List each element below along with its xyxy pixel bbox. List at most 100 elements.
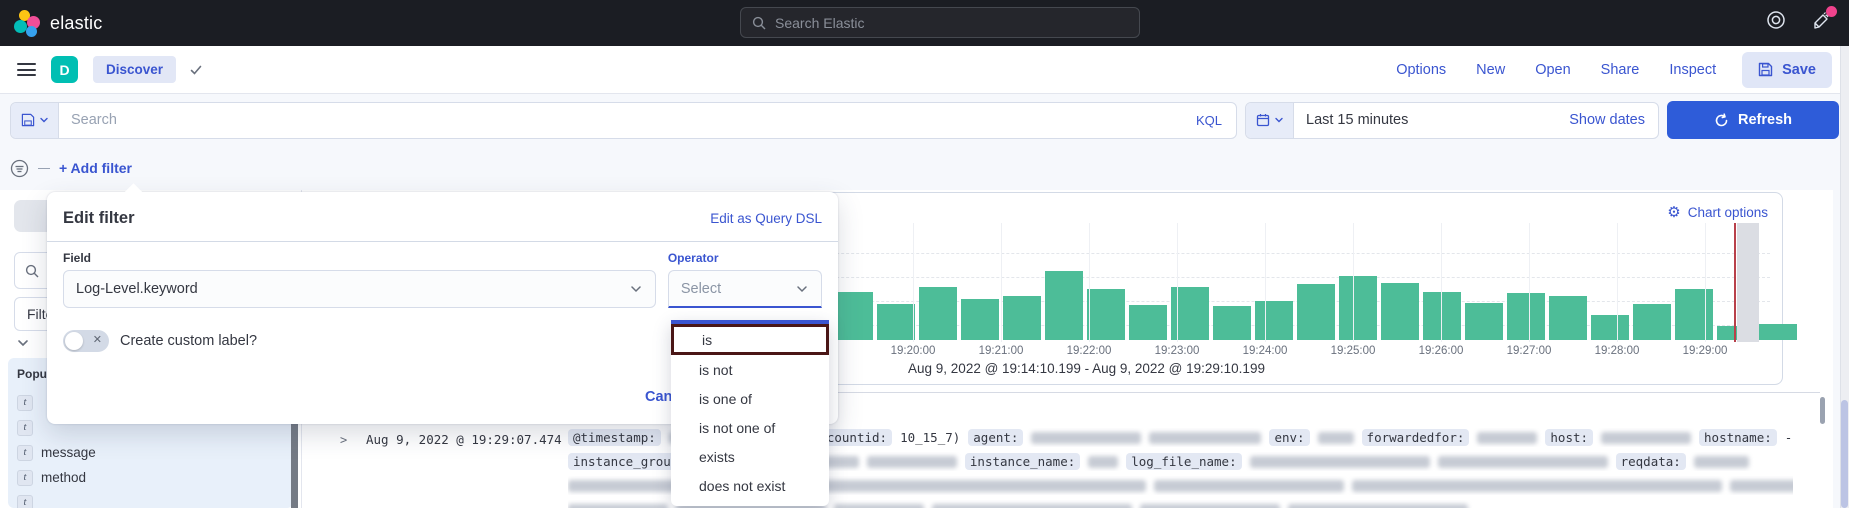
doc-field-name: agent: [968, 429, 1023, 446]
calendar-icon [1256, 113, 1270, 127]
operator-option-is[interactable]: is [671, 324, 829, 355]
operator-label: Operator [668, 251, 822, 265]
histogram-bar[interactable] [1507, 293, 1545, 340]
sidebar-scrollbar[interactable] [291, 420, 298, 508]
chevron-down-icon [39, 115, 49, 125]
histogram-bar[interactable] [1213, 306, 1251, 340]
sidebar-field[interactable]: t message [17, 440, 284, 465]
expand-row-icon[interactable]: > [340, 433, 347, 447]
news-feed-icon[interactable] [1811, 9, 1833, 31]
edit-as-query-dsl-link[interactable]: Edit as Query DSL [710, 211, 822, 226]
doc-field-name: forwardedfor: [1362, 429, 1470, 446]
field-name: message [41, 445, 96, 460]
x-axis-label: 19:23:00 [1155, 345, 1200, 357]
histogram-bar[interactable] [1549, 296, 1587, 340]
nav-link-new[interactable]: New [1476, 62, 1505, 78]
histogram-bar[interactable] [1423, 292, 1461, 340]
add-filter-button[interactable]: + Add filter [59, 160, 132, 176]
page-scrollbar-thumb[interactable] [1841, 400, 1848, 508]
custom-label-text: Create custom label? [120, 333, 257, 349]
x-axis-label: 19:24:00 [1243, 345, 1288, 357]
histogram-bar[interactable] [1381, 283, 1419, 340]
histogram-bar[interactable] [1759, 324, 1797, 340]
gridline [1177, 223, 1178, 342]
histogram-bar[interactable] [1087, 289, 1125, 340]
chevron-down-icon[interactable] [16, 336, 30, 350]
histogram-bar[interactable] [961, 299, 999, 340]
app-badge[interactable]: D [51, 56, 78, 83]
custom-label-toggle[interactable]: ✕ [63, 330, 109, 352]
redacted-value [867, 456, 957, 468]
redacted-value [1601, 432, 1691, 444]
gridline [1001, 223, 1002, 342]
x-axis-label: 19:28:00 [1595, 345, 1640, 357]
check-icon [189, 63, 203, 77]
notification-dot [1826, 6, 1837, 17]
page-scrollbar-track[interactable] [1840, 46, 1849, 508]
operator-option-is-not-one-of[interactable]: is not one of [671, 413, 829, 442]
redacted-value [1318, 432, 1354, 444]
sidebar-field[interactable]: tmethod [17, 465, 284, 490]
query-language-button[interactable]: KQL [1182, 103, 1236, 138]
histogram-bar[interactable] [1633, 304, 1671, 340]
operator-option-is-not[interactable]: is not [671, 355, 829, 384]
toggle-off-x-icon: ✕ [93, 333, 102, 346]
x-axis-label: 19:25:00 [1331, 345, 1376, 357]
histogram-bar[interactable] [919, 287, 957, 340]
save-query-icon [21, 113, 35, 127]
x-axis-label: 19:27:00 [1507, 345, 1552, 357]
redacted-value [1154, 480, 1344, 492]
breadcrumb-discover[interactable]: Discover [93, 56, 176, 83]
redacted-value [568, 504, 668, 508]
time-range-value[interactable]: Last 15 minutes [1294, 103, 1556, 138]
global-header: elastic Search Elastic [0, 0, 1849, 46]
elastic-logo-icon [14, 10, 40, 36]
operator-option-does-not-exist[interactable]: does not exist [671, 471, 829, 500]
gridline [913, 223, 914, 342]
histogram-bar[interactable] [1045, 271, 1083, 340]
histogram-bar[interactable] [1003, 296, 1041, 340]
histogram-bar[interactable] [877, 304, 915, 340]
elastic-brand[interactable]: elastic [14, 10, 102, 36]
date-picker-group: Last 15 minutes Show dates [1245, 102, 1659, 139]
operator-select[interactable]: Select [668, 270, 822, 308]
save-button[interactable]: Save [1742, 52, 1832, 88]
global-search-placeholder: Search Elastic [775, 15, 864, 31]
field-combobox[interactable]: Log-Level.keyword [63, 270, 656, 308]
nav-link-options[interactable]: Options [1396, 62, 1446, 78]
operator-option-exists[interactable]: exists [671, 442, 829, 471]
doc-field-name: host: [1545, 429, 1593, 446]
histogram-bar[interactable] [1465, 303, 1503, 340]
show-dates-link[interactable]: Show dates [1556, 103, 1658, 138]
redacted-value [816, 480, 1146, 492]
operator-placeholder: Select [681, 281, 721, 297]
nav-link-inspect[interactable]: Inspect [1669, 62, 1716, 78]
gridline [1441, 223, 1442, 342]
global-search-input[interactable]: Search Elastic [740, 7, 1140, 38]
histogram-bar[interactable] [1591, 315, 1629, 340]
operator-option-is-one-of[interactable]: is one of [671, 384, 829, 413]
gridline [1353, 223, 1354, 342]
histogram-bar[interactable] [1297, 284, 1335, 340]
field-type-icon: t [17, 420, 33, 436]
help-icon[interactable] [1765, 9, 1787, 31]
sidebar-field[interactable]: t [17, 490, 284, 508]
redacted-value [1088, 456, 1118, 468]
filter-settings-icon[interactable] [10, 159, 29, 178]
field-type-icon: t [17, 445, 33, 461]
table-scrollbar[interactable] [1820, 397, 1825, 424]
refresh-button[interactable]: Refresh [1667, 101, 1839, 139]
query-search-input[interactable]: Search [59, 103, 1182, 138]
histogram-bar[interactable] [1129, 305, 1167, 340]
calendar-menu-button[interactable] [1246, 103, 1294, 138]
histogram-bar[interactable] [835, 292, 873, 340]
nav-link-open[interactable]: Open [1535, 62, 1570, 78]
x-axis-label: 19:21:00 [979, 345, 1024, 357]
histogram-bar[interactable] [1675, 289, 1713, 340]
menu-icon[interactable] [17, 63, 36, 76]
saved-query-menu-button[interactable] [11, 103, 59, 138]
histogram-bar[interactable] [1255, 301, 1293, 340]
search-group: Search KQL [10, 102, 1237, 139]
nav-link-share[interactable]: Share [1601, 62, 1640, 78]
histogram-bar[interactable] [1339, 276, 1377, 340]
